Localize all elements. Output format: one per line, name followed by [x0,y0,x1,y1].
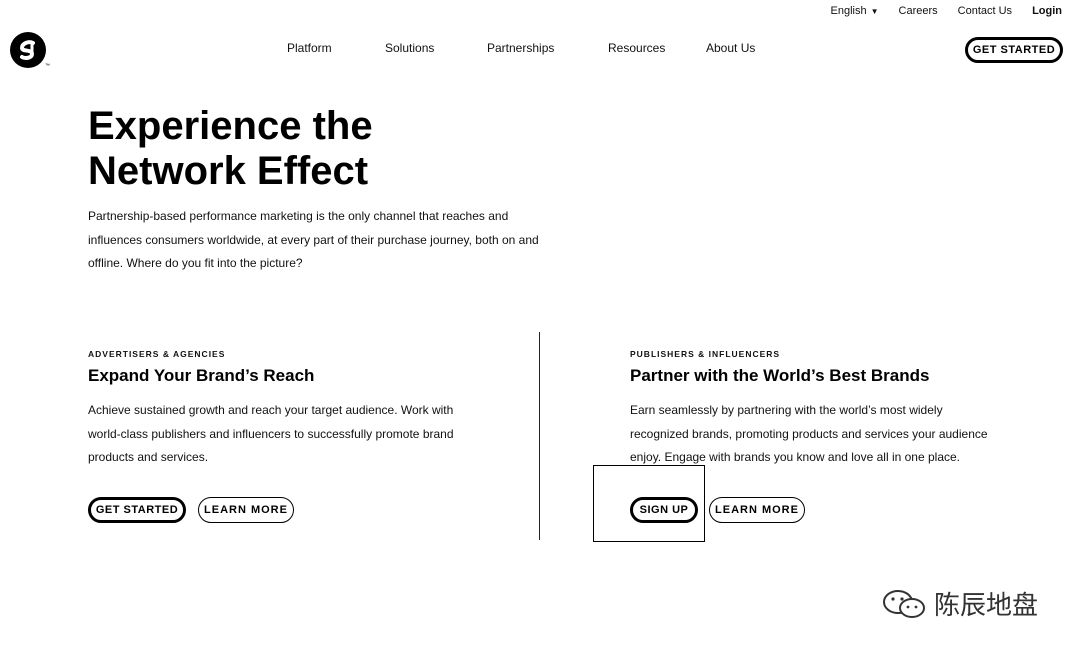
wechat-icon [883,589,925,618]
watermark-text: 陈辰地盘 [934,591,1039,621]
hero-body: Partnership-based performance marketing … [88,209,539,270]
utility-bar: English ▼ Careers Contact Us Login [831,5,1062,17]
column-divider [539,332,540,540]
highlight-box [593,465,705,542]
publishers-body: Earn seamlessly by partnering with the w… [630,403,988,464]
hero-title-line1: Experience the [88,104,373,148]
watermark: 陈辰地盘 [880,585,1038,622]
main-nav: Platform Solutions Partnerships Resource… [0,41,1080,57]
nav-partnerships[interactable]: Partnerships [487,41,554,55]
language-selector[interactable]: English ▼ [831,5,879,17]
hero-title-line2: Network Effect [88,149,369,193]
nav-solutions[interactable]: Solutions [385,41,434,55]
publishers-eyebrow: PUBLISHERS & INFLUENCERS [630,349,781,359]
contact-link[interactable]: Contact Us [958,5,1012,17]
careers-link[interactable]: Careers [899,5,938,17]
publishers-title: Partner with the World’s Best Brands [630,366,930,385]
caret-down-icon: ▼ [870,6,879,16]
hero-title: Experience the Network Effect [88,104,448,194]
nav-platform[interactable]: Platform [287,41,332,55]
language-label: English [830,5,867,17]
advertisers-eyebrow: ADVERTISERS & AGENCIES [88,349,226,359]
advertisers-get-started-button[interactable]: GET STARTED [88,497,186,523]
trademark-icon: ™ [45,63,50,69]
header-get-started-button[interactable]: GET STARTED [965,37,1063,63]
login-link[interactable]: Login [1032,5,1062,17]
nav-about-us[interactable]: About Us [706,41,755,55]
nav-resources[interactable]: Resources [608,41,665,55]
advertisers-title: Expand Your Brand’s Reach [88,366,315,385]
advertisers-body: Achieve sustained growth and reach your … [88,403,454,464]
publishers-learn-more-button[interactable]: LEARN MORE [709,497,805,523]
advertisers-learn-more-button[interactable]: LEARN MORE [198,497,294,523]
